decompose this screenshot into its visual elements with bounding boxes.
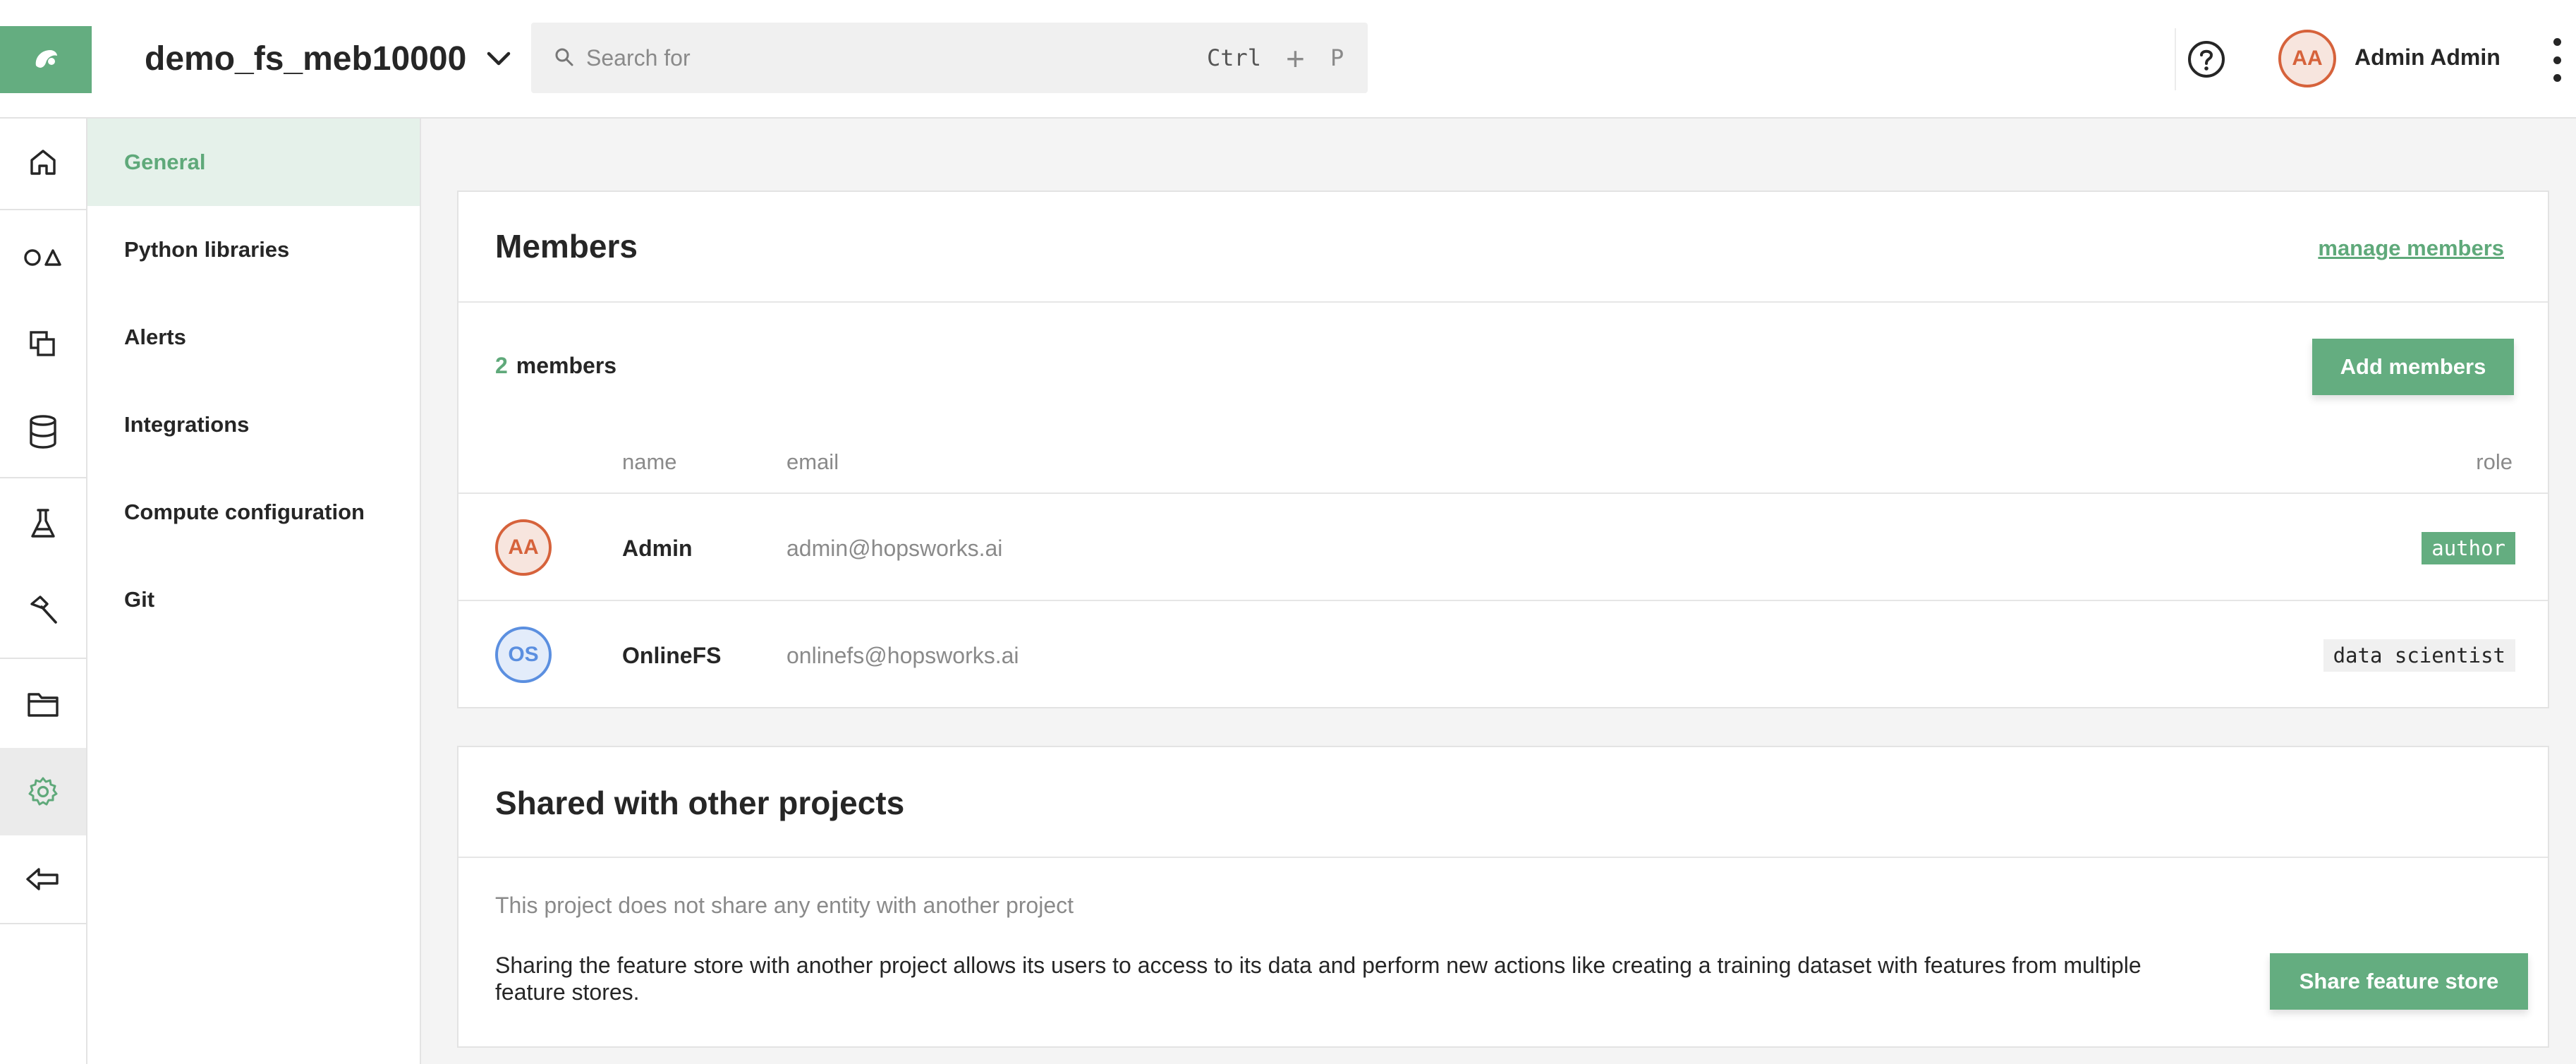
members-title: Members	[495, 228, 638, 265]
manage-members-link[interactable]: manage members	[2318, 236, 2504, 261]
menu-item-alerts[interactable]: Alerts	[87, 294, 420, 381]
database-icon[interactable]	[0, 388, 86, 476]
divider	[0, 477, 86, 478]
search-input[interactable]: Search for Ctrl + P	[531, 23, 1368, 93]
member-email: admin@hopsworks.ai	[786, 536, 1003, 561]
divider	[458, 492, 2548, 494]
shared-projects-card: Shared with other projects This project …	[457, 746, 2549, 1048]
no-shared-text: This project does not share any entity w…	[495, 893, 1074, 918]
shared-title: Shared with other projects	[495, 785, 905, 821]
divider	[0, 209, 86, 210]
role-badge: data scientist	[2323, 639, 2515, 672]
members-card: Members manage members 2 members Add memb…	[457, 191, 2549, 708]
top-bar: demo_fs_meb10000 Search for Ctrl + P AA …	[0, 0, 2576, 119]
member-name: Admin	[622, 536, 693, 561]
divider	[458, 600, 2548, 601]
member-email: onlinefs@hopsworks.ai	[786, 643, 1019, 668]
back-arrow-icon[interactable]	[0, 835, 86, 923]
member-count-label: members	[516, 353, 617, 378]
copy-icon[interactable]	[0, 301, 86, 388]
divider	[458, 301, 2548, 303]
menu-item-git[interactable]: Git	[87, 556, 420, 643]
add-members-button[interactable]: Add members	[2312, 339, 2514, 395]
member-name: OnlineFS	[622, 643, 722, 668]
user-avatar[interactable]: AA	[2278, 30, 2336, 87]
member-count-number: 2	[495, 353, 508, 378]
search-icon	[554, 47, 575, 71]
icon-sidebar	[0, 119, 87, 1064]
divider	[2175, 28, 2176, 90]
shapes-icon[interactable]	[0, 213, 86, 301]
project-selector[interactable]: demo_fs_meb10000	[145, 34, 511, 83]
menu-item-compute-configuration[interactable]: Compute configuration	[87, 468, 420, 556]
menu-item-integrations[interactable]: Integrations	[87, 381, 420, 468]
shortcut-key: P	[1330, 44, 1344, 71]
chevron-down-icon	[486, 50, 511, 67]
divider	[0, 923, 86, 924]
column-header-role: role	[2476, 449, 2513, 474]
menu-item-general[interactable]: General	[87, 119, 420, 206]
avatar: OS	[495, 627, 552, 683]
logo-icon	[35, 49, 57, 68]
share-description: Sharing the feature store with another p…	[495, 953, 2141, 1005]
flask-icon[interactable]	[0, 480, 86, 567]
member-count: 2 members	[495, 353, 616, 379]
project-name: demo_fs_meb10000	[145, 40, 467, 78]
settings-menu: General Python libraries Alerts Integrat…	[87, 119, 421, 1064]
avatar: AA	[495, 519, 552, 576]
hammer-icon[interactable]	[0, 567, 86, 655]
divider	[458, 857, 2548, 858]
home-icon[interactable]	[0, 119, 86, 206]
folder-icon[interactable]	[0, 660, 86, 748]
shortcut-ctrl: Ctrl	[1207, 44, 1262, 71]
help-icon[interactable]	[2187, 40, 2226, 79]
shortcut-plus: +	[1286, 40, 1305, 77]
menu-item-python-libraries[interactable]: Python libraries	[87, 206, 420, 294]
hopsworks-logo[interactable]	[0, 26, 92, 93]
share-feature-store-button[interactable]: Share feature store	[2270, 953, 2528, 1010]
column-header-email: email	[786, 449, 839, 474]
column-header-name: name	[622, 449, 677, 474]
gear-icon[interactable]	[0, 748, 86, 835]
search-placeholder: Search for	[586, 44, 691, 71]
more-options-icon[interactable]	[2551, 38, 2563, 82]
role-badge: author	[2422, 532, 2515, 564]
user-name[interactable]: Admin Admin	[2355, 44, 2501, 71]
divider	[0, 658, 86, 659]
